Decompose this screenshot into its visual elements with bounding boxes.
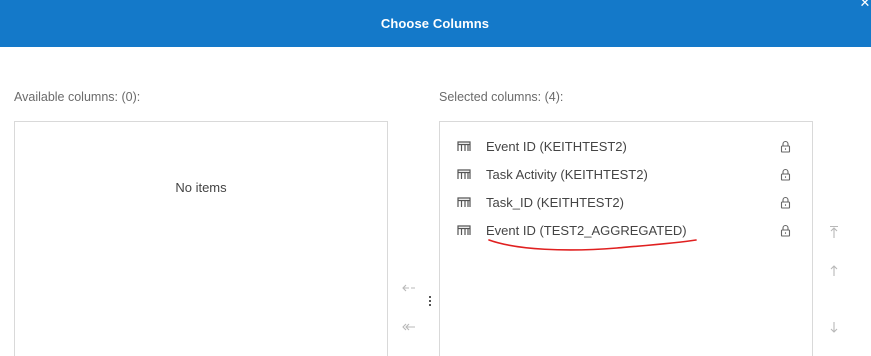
column-label: Task Activity (KEITHTEST2) [486, 166, 648, 182]
close-icon[interactable]: ✕ [859, 0, 871, 9]
selected-columns-label: Selected columns: (4): [439, 90, 564, 104]
list-item[interactable]: Task_ID (KEITHTEST2) [440, 188, 812, 216]
lock-icon [780, 224, 791, 237]
lock-icon [780, 196, 791, 209]
lock-icon [780, 140, 791, 153]
list-item[interactable]: Event ID (KEITHTEST2) [440, 132, 812, 160]
column-label: Task_ID (KEITHTEST2) [486, 194, 624, 210]
column-icon [457, 140, 471, 152]
empty-list-message: No items [175, 180, 227, 195]
dialog-header: Choose Columns ✕ [0, 0, 871, 47]
arrow-down-icon[interactable] [827, 319, 841, 335]
panel-splitter-handle[interactable] [428, 296, 432, 310]
list-item[interactable]: Task Activity (KEITHTEST2) [440, 160, 812, 188]
available-columns-list[interactable]: No items [14, 121, 388, 356]
dialog-title: Choose Columns [380, 16, 490, 31]
column-label: Event ID (KEITHTEST2) [486, 138, 627, 154]
available-columns-label: Available columns: (0): [14, 90, 141, 104]
list-item[interactable]: Event ID (TEST2_AGGREGATED) [440, 216, 812, 244]
column-icon [457, 196, 471, 208]
move-to-top-icon[interactable] [827, 224, 841, 240]
column-icon [457, 224, 471, 236]
column-icon [457, 168, 471, 180]
arrow-up-icon[interactable] [827, 263, 841, 279]
lock-icon [780, 168, 791, 181]
double-arrow-left-icon[interactable] [401, 320, 417, 334]
selected-columns-list[interactable]: Event ID (KEITHTEST2) Task Activity (KEI… [439, 121, 813, 356]
column-label: Event ID (TEST2_AGGREGATED) [486, 222, 687, 238]
arrow-left-icon[interactable] [401, 281, 417, 295]
